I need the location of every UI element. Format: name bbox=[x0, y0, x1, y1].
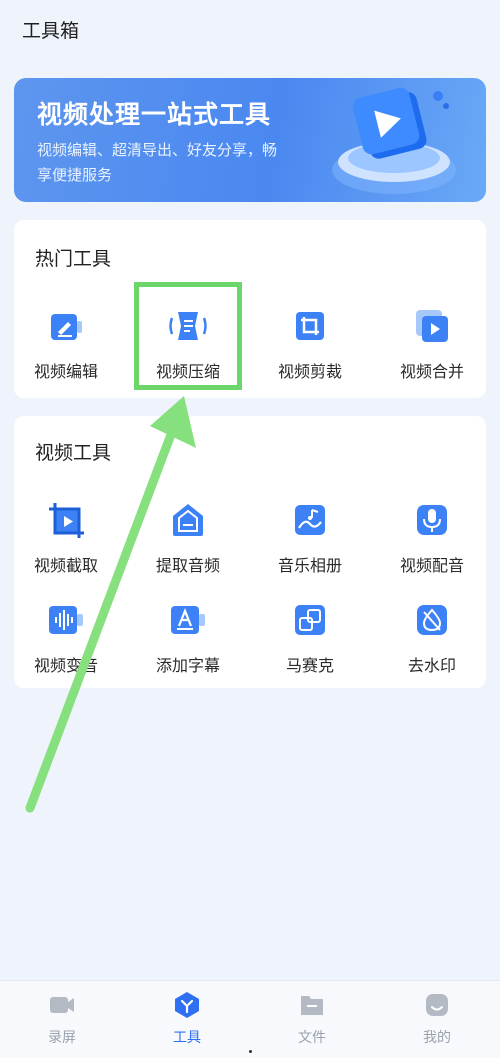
tool-label: 提取音频 bbox=[155, 556, 220, 575]
tab-label: 工具 bbox=[173, 1030, 201, 1046]
merge-icon bbox=[416, 310, 448, 342]
tab-tools[interactable]: 工具 bbox=[147, 991, 227, 1047]
tool-voice-change[interactable]: 视频变音 bbox=[14, 600, 118, 684]
extract-audio-icon bbox=[173, 504, 203, 536]
banner-description: 视频编辑、超清导出、好友分享，畅享便捷服务 bbox=[37, 141, 278, 184]
tool-add-subtitle[interactable]: 添加字幕 bbox=[136, 600, 240, 684]
tab-label: 我的 bbox=[423, 1030, 451, 1046]
edit-icon bbox=[51, 314, 82, 340]
subtitle-icon bbox=[171, 606, 205, 634]
tab-profile[interactable]: 我的 bbox=[397, 991, 477, 1047]
profile-icon bbox=[426, 994, 448, 1016]
banner-title: 视频处理一站式工具 bbox=[37, 100, 272, 129]
bottom-tab-bar: 录屏 工具 文件 我的 bbox=[0, 980, 500, 1058]
hot-tools-title: 热门工具 bbox=[35, 248, 112, 270]
tool-mosaic[interactable]: 马赛克 bbox=[258, 600, 362, 684]
tool-label: 音乐相册 bbox=[277, 556, 342, 575]
voice-change-icon bbox=[49, 606, 83, 634]
crop-icon bbox=[296, 312, 324, 340]
tools-icon bbox=[175, 992, 199, 1018]
folder-icon bbox=[301, 996, 323, 1015]
remove-watermark-icon bbox=[417, 605, 447, 635]
video-tools-card: 视频工具 视频截取 提取音频 音乐相册 视频配音 视频变音 添加字幕 马赛克 去… bbox=[14, 416, 486, 688]
tool-label: 视频变音 bbox=[33, 656, 98, 675]
tool-extract-audio[interactable]: 提取音频 bbox=[136, 500, 240, 584]
tool-label: 马赛克 bbox=[285, 656, 334, 675]
tab-files[interactable]: 文件 bbox=[272, 991, 352, 1047]
highlight-box bbox=[134, 282, 242, 390]
tool-video-trim[interactable]: 视频截取 bbox=[14, 500, 118, 584]
promo-banner[interactable]: 视频处理一站式工具 视频编辑、超清导出、好友分享，畅享便捷服务 bbox=[14, 78, 486, 202]
video-tools-title: 视频工具 bbox=[35, 442, 112, 464]
tool-video-merge[interactable]: 视频合并 bbox=[380, 306, 484, 390]
tab-label: 录屏 bbox=[48, 1030, 76, 1046]
tab-label: 文件 bbox=[298, 1030, 326, 1046]
tool-video-dubbing[interactable]: 视频配音 bbox=[380, 500, 484, 584]
tool-label: 视频截取 bbox=[33, 556, 98, 575]
video-cube-illustration bbox=[332, 87, 456, 194]
mosaic-icon bbox=[295, 605, 325, 635]
tool-label: 视频配音 bbox=[399, 556, 464, 575]
music-album-icon bbox=[295, 505, 325, 535]
tool-video-crop[interactable]: 视频剪裁 bbox=[258, 306, 362, 390]
tab-record[interactable]: 录屏 bbox=[22, 991, 102, 1047]
hot-tools-card: 热门工具 视频编辑 视频压缩 视频剪裁 视频合并 bbox=[14, 220, 486, 398]
tool-video-edit[interactable]: 视频编辑 bbox=[14, 306, 118, 390]
microphone-icon bbox=[417, 505, 447, 535]
home-indicator bbox=[249, 1050, 252, 1053]
tool-remove-watermark[interactable]: 去水印 bbox=[380, 600, 484, 684]
page-title: 工具箱 bbox=[22, 20, 80, 42]
tool-label: 视频合并 bbox=[399, 362, 464, 381]
tool-label: 去水印 bbox=[407, 656, 456, 675]
camera-icon bbox=[50, 997, 74, 1013]
tool-label: 视频编辑 bbox=[33, 362, 98, 381]
tool-label: 添加字幕 bbox=[155, 656, 220, 675]
tool-label: 视频剪裁 bbox=[277, 362, 342, 381]
trim-icon bbox=[49, 503, 84, 538]
tool-music-album[interactable]: 音乐相册 bbox=[258, 500, 362, 584]
